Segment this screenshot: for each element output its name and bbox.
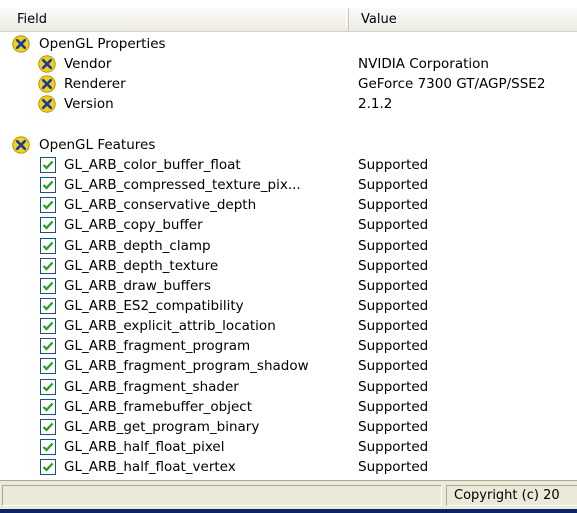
taskbar-edge [0,509,577,513]
check-icon [40,277,58,296]
list-item[interactable]: Version 2.1.2 [0,94,577,114]
list-item[interactable]: GL_ARB_fragment_program Supported [0,336,577,356]
field-value: Supported [358,439,429,455]
check-icon [40,459,58,477]
field-label: GL_ARB_fragment_program [64,338,251,355]
field-label: GL_ARB_half_float_vertex [64,459,236,476]
list-item[interactable]: GL_ARB_get_program_binary Supported [0,417,577,437]
list-item[interactable]: Vendor NVIDIA Corporation [0,54,577,74]
list-item[interactable]: Renderer GeForce 7300 GT/AGP/SSE2 [0,74,577,94]
field-label: GL_ARB_explicit_attrib_location [64,318,276,335]
field-label: GL_ARB_color_buffer_float [64,156,241,173]
column-header-field[interactable]: Field [0,8,349,31]
check-icon [40,398,58,417]
column-header-value[interactable]: Value [350,8,577,31]
field-value: Supported [358,277,429,294]
check-icon [40,197,58,215]
field-label: GL_ARB_depth_clamp [64,237,211,254]
field-value: Supported [358,156,429,173]
opengl-x-icon [12,136,30,154]
field-label: GL_ARB_half_float_pixel [64,439,225,455]
field-label: GL_ARB_conservative_depth [64,197,257,214]
field-label: GL_ARB_draw_buffers [64,277,211,294]
list-item[interactable]: GL_ARB_ES2_compatibility Supported [0,296,577,316]
group-title: OpenGL Features [39,136,156,153]
opengl-x-icon [12,35,30,53]
field-value: Supported [358,358,429,375]
field-value: Supported [358,197,429,214]
field-label: Version [64,96,114,113]
check-icon [40,378,58,397]
field-value: Supported [358,217,429,234]
field-label: GL_ARB_ES2_compatibility [64,297,244,314]
check-icon [40,177,58,195]
list-item[interactable]: GL_ARB_conservative_depth Supported [0,195,577,215]
list-item[interactable]: GL_ARB_explicit_attrib_location Supported [0,316,577,336]
field-label: GL_ARB_framebuffer_object [64,398,253,415]
check-icon [40,156,58,175]
check-icon [40,338,58,356]
group-row[interactable]: OpenGL Features [0,135,577,155]
field-label: Vendor [64,56,112,73]
list-item[interactable]: GL_ARB_half_float_vertex Supported [0,457,577,477]
field-value: Supported [358,378,429,395]
list-item[interactable]: GL_ARB_copy_buffer Supported [0,215,577,235]
field-label: GL_ARB_copy_buffer [64,217,203,234]
field-value: Supported [358,297,429,314]
field-value: Supported [358,318,429,335]
field-label: Renderer [64,76,126,93]
list-item[interactable]: GL_ARB_depth_clamp Supported [0,236,577,256]
opengl-x-icon [38,55,56,73]
check-icon [40,418,58,437]
list-item[interactable]: GL_ARB_depth_texture Supported [0,256,577,276]
field-value: 2.1.2 [358,96,393,113]
list-item[interactable]: GL_ARB_framebuffer_object Supported [0,397,577,417]
status-pane-left [2,485,442,506]
field-label: GL_ARB_fragment_program_shadow [64,358,309,375]
list-item[interactable]: GL_ARB_fragment_program_shadow Supported [0,356,577,376]
field-value: Supported [358,459,429,476]
opengl-x-icon [38,75,56,93]
field-value: Supported [358,398,429,415]
property-list[interactable]: OpenGL Properties Vendor NVIDIA Corporatio… [0,32,577,480]
check-icon [40,257,58,276]
status-bar: Copyright (c) 20 [0,480,577,509]
list-item[interactable]: GL_ARB_color_buffer_float Supported [0,155,577,175]
field-value: Supported [358,418,429,435]
field-value: Supported [358,177,429,194]
check-icon [40,297,58,316]
field-value: NVIDIA Corporation [358,56,489,73]
list-item[interactable]: GL_ARB_half_float_pixel Supported [0,437,577,457]
field-value: GeForce 7300 GT/AGP/SSE2 [358,76,546,93]
check-icon [40,439,58,457]
status-pane-copyright: Copyright (c) 20 [446,485,577,506]
field-value: Supported [358,237,429,254]
opengl-x-icon [38,95,56,114]
field-label: GL_ARB_get_program_binary [64,418,260,435]
group-row[interactable]: OpenGL Properties [0,34,577,54]
field-value: Supported [358,338,429,355]
list-header: Field Value [0,8,577,32]
list-item[interactable]: GL_ARB_compressed_texture_pix... Supporte… [0,175,577,195]
check-icon [40,318,58,336]
group-title: OpenGL Properties [39,36,166,52]
field-label: GL_ARB_fragment_shader [64,378,239,395]
list-item[interactable]: GL_ARB_fragment_shader Supported [0,377,577,397]
field-label: GL_ARB_depth_texture [64,257,219,274]
check-icon [40,237,58,256]
check-icon [40,217,58,235]
field-label: GL_ARB_compressed_texture_pix... [64,177,301,194]
field-value: Supported [358,257,429,274]
check-icon [40,358,58,376]
list-item[interactable]: GL_ARB_draw_buffers Supported [0,276,577,296]
